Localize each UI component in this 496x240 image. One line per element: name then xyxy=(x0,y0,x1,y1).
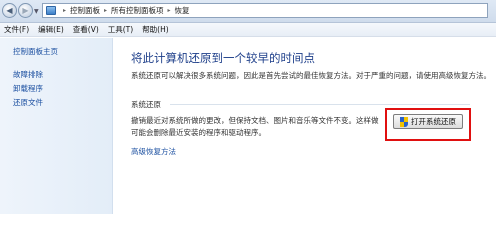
uac-shield-icon xyxy=(400,116,409,127)
breadcrumb-control-panel[interactable]: 控制面板 xyxy=(70,5,100,16)
breadcrumb-separator-icon: ▸ xyxy=(63,7,67,14)
sidebar-item-troubleshooting[interactable]: 故障排除 xyxy=(13,69,43,80)
breadcrumb-separator-icon: ▸ xyxy=(167,7,171,14)
breadcrumb-all-items[interactable]: 所有控制面板项 xyxy=(111,5,164,16)
section-title-system-restore: 系统还原 xyxy=(131,100,161,109)
address-bar-row: ◀ ▶ ▼ ▸ 控制面板 ▸ 所有控制面板项 ▸ 恢复 xyxy=(0,0,496,23)
sidebar-item-control-panel-home[interactable]: 控制面板主页 xyxy=(13,46,58,57)
breadcrumb-separator-icon: ▸ xyxy=(104,7,108,14)
breadcrumb-recovery[interactable]: 恢复 xyxy=(175,5,190,16)
advanced-recovery-link[interactable]: 高级恢复方法 xyxy=(131,146,176,157)
back-arrow-icon: ◀ xyxy=(6,6,13,15)
page-title: 将此计算机还原到一个较早的时间点 xyxy=(131,51,315,65)
menu-tools[interactable]: 工具(T) xyxy=(108,24,133,35)
menu-view[interactable]: 查看(V) xyxy=(73,24,99,35)
forward-button[interactable]: ▶ xyxy=(18,3,33,18)
left-navigation-pane: 控制面板主页 故障排除 卸载程序 还原文件 xyxy=(0,38,113,214)
open-system-restore-button[interactable]: 打开系统还原 xyxy=(393,114,463,129)
menu-bar: 文件(F) 编辑(E) 查看(V) 工具(T) 帮助(H) xyxy=(0,23,496,37)
section-divider xyxy=(170,104,470,105)
open-system-restore-label: 打开系统还原 xyxy=(411,117,456,126)
recent-pages-chevron-down-icon[interactable]: ▼ xyxy=(34,8,39,15)
forward-arrow-icon: ▶ xyxy=(22,6,29,15)
menu-help[interactable]: 帮助(H) xyxy=(142,24,169,35)
address-bar[interactable]: ▸ 控制面板 ▸ 所有控制面板项 ▸ 恢复 xyxy=(42,3,488,18)
back-button[interactable]: ◀ xyxy=(2,3,17,18)
menu-edit[interactable]: 编辑(E) xyxy=(38,24,64,35)
sidebar-item-uninstall-program[interactable]: 卸载程序 xyxy=(13,83,43,94)
system-restore-description: 撤销最近对系统所做的更改，但保持文档、图片和音乐等文件不变。这样做可能会删除最近… xyxy=(131,116,379,137)
control-panel-icon xyxy=(46,6,56,15)
sidebar-item-restore-files[interactable]: 还原文件 xyxy=(13,97,43,108)
intro-text: 系统还原可以解决很多系统问题，因此是首先尝试的最佳恢复方法。对于严重的问题，请使… xyxy=(131,71,491,80)
menu-file[interactable]: 文件(F) xyxy=(4,24,29,35)
